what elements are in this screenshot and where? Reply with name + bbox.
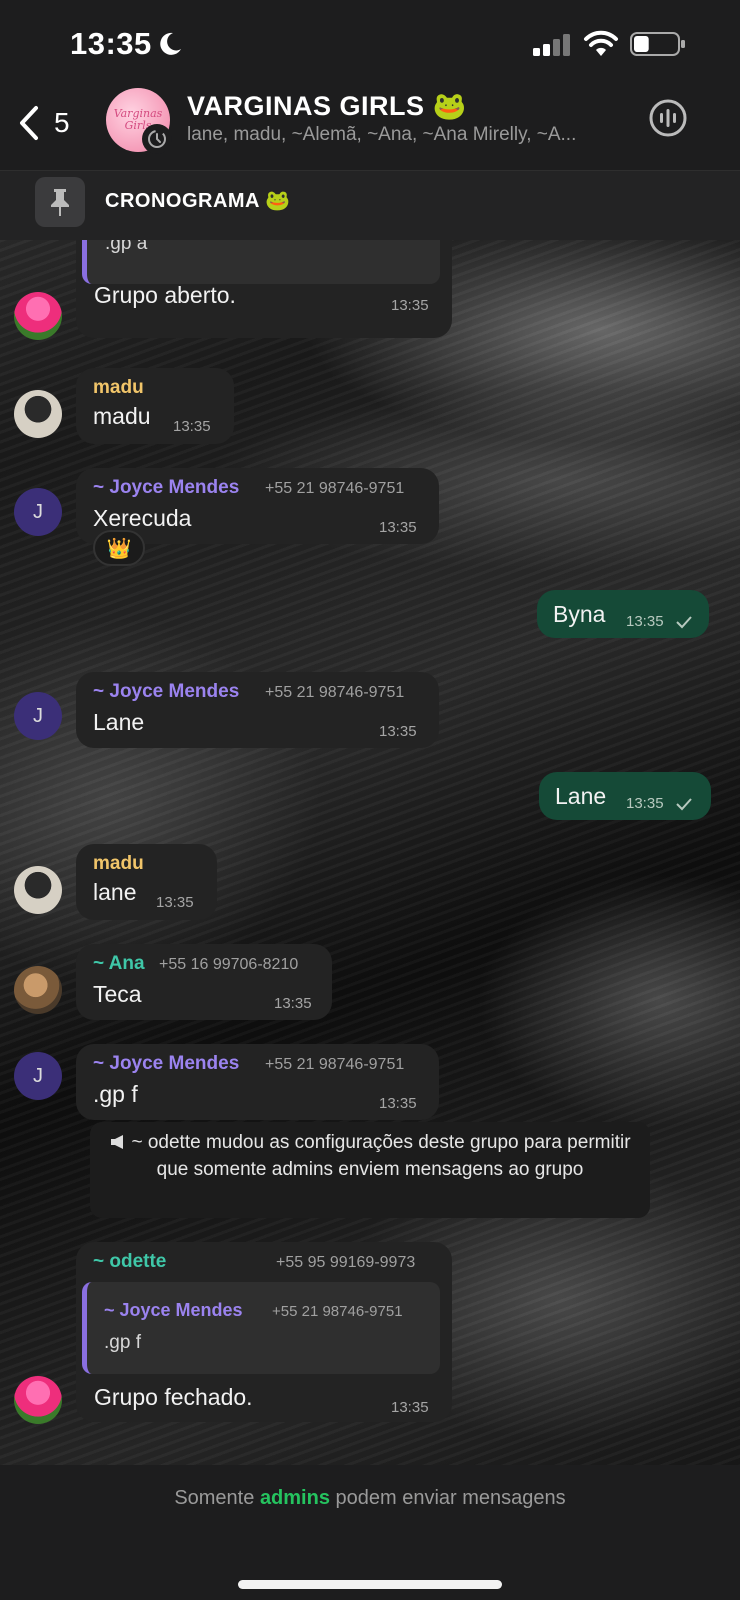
sender-name[interactable]: madu [93,377,144,399]
sent-check-icon [676,616,692,629]
chevron-left-icon [20,106,38,140]
signal-icon [533,34,570,56]
chat-header: 5 Varginas Girls VARGINAS GIRLS 🐸 lane, … [0,88,740,170]
message-text: Lane [555,783,607,809]
message-text: Lane [93,709,145,735]
message-bubble[interactable]: ~ Ana +55 16 99706-8210 Teca 13:35 [76,944,332,1020]
sender-phone: +55 21 98746-9751 [265,1056,405,1073]
top-bar: 13:35 5 Varginas Girls VARGINAS GIRLS 🐸 … [0,0,740,240]
quoted-message[interactable]: ~ Joyce Mendes +55 21 98746-9751 .gp f [82,1282,440,1374]
sender-phone: +55 21 98746-9751 [265,684,405,701]
message-text: Teca [93,981,142,1007]
sender-avatar[interactable] [14,292,62,340]
admins-link[interactable]: admins [260,1487,330,1509]
sender-avatar[interactable] [14,866,62,914]
voice-chat-icon[interactable] [646,96,690,140]
quoted-text: .gp a [105,240,148,254]
pin-icon [35,177,85,227]
message-time: 13:35 [156,894,194,911]
message-bubble[interactable]: ~ odette +55 95 99169-9973 ~ Joyce Mende… [76,1242,452,1422]
message-text: .gp f [93,1081,138,1107]
message-bubble[interactable]: ~ Joyce Mendes +55 21 98746-9751 Lane 13… [76,672,439,748]
moon-icon [160,32,181,55]
sent-check-icon [676,798,692,811]
megaphone-icon [111,1135,124,1149]
sender-avatar[interactable]: J [14,488,62,536]
message-reaction[interactable]: 👑 [93,530,145,566]
sender-phone: +55 21 98746-9751 [265,480,405,497]
back-button[interactable]: 5 [18,98,88,148]
sender-name[interactable]: ~ Ana [93,953,145,975]
message-text: madu [93,403,151,429]
admins-only-notice: Somente admins podem enviar mensagens [0,1487,740,1510]
system-message-text: ~ odette mudou as configurações deste gr… [131,1132,631,1180]
sender-name[interactable]: ~ Joyce Mendes [93,681,239,703]
message-bubble[interactable]: ~ Joyce Mendes +55 21 98746-9751 .gp f 1… [76,1044,439,1120]
message-time: 13:35 [626,613,664,630]
message-bubble[interactable]: madu madu 13:35 [76,368,234,444]
sender-name[interactable]: ~ odette [93,1251,166,1273]
bottom-bar: Somente admins podem enviar mensagens [0,1465,740,1600]
unread-count: 5 [54,107,70,138]
system-message: ~ odette mudou as configurações deste gr… [90,1122,650,1218]
notice-suffix: podem enviar mensagens [335,1487,566,1509]
sender-avatar[interactable] [14,390,62,438]
status-bar: 13:35 [0,0,740,88]
pinned-message-bar[interactable]: CRONOGRAMA 🐸 [0,170,740,240]
message-text: Xerecuda [93,505,192,531]
message-time: 13:35 [274,995,312,1012]
message-bubble[interactable]: .gp a Grupo aberto. 13:35 [76,240,452,338]
group-title[interactable]: VARGINAS GIRLS 🐸 [187,90,467,122]
home-indicator[interactable] [238,1580,502,1589]
wifi-icon [584,30,618,56]
sender-phone: +55 16 99706-8210 [159,956,299,973]
quoted-phone: +55 21 98746-9751 [272,1303,403,1320]
message-text: Byna [553,601,606,627]
sender-name[interactable]: ~ Joyce Mendes [93,477,239,499]
sender-avatar[interactable] [14,1376,62,1424]
sender-avatar[interactable]: J [14,1052,62,1100]
group-members[interactable]: lane, madu, ~Alemã, ~Ana, ~Ana Mirelly, … [187,124,632,146]
message-text: lane [93,879,137,905]
quoted-sender: ~ Joyce Mendes [104,1300,243,1320]
sender-name[interactable]: ~ Joyce Mendes [93,1053,239,1075]
status-time: 13:35 [70,26,152,61]
battery-icon [630,32,685,56]
message-time: 13:35 [391,1399,429,1416]
message-time: 13:35 [391,297,429,314]
sender-name[interactable]: madu [93,853,144,875]
quoted-message[interactable]: .gp a [82,240,440,284]
notice-prefix: Somente [174,1487,255,1509]
pinned-message-text: CRONOGRAMA 🐸 [105,190,291,212]
quoted-text: .gp f [104,1332,141,1353]
outgoing-message-bubble[interactable]: Byna 13:35 [537,590,709,638]
disappearing-timer-icon [142,124,172,154]
message-text: Grupo aberto. [94,282,236,308]
message-time: 13:35 [379,1095,417,1112]
sender-phone: +55 95 99169-9973 [276,1254,416,1271]
sender-avatar[interactable]: J [14,692,62,740]
message-list[interactable]: .gp a Grupo aberto. 13:35 madu madu 13:3… [0,240,740,1465]
message-text: Grupo fechado. [94,1384,253,1410]
message-time: 13:35 [379,723,417,740]
message-time: 13:35 [379,519,417,536]
message-time: 13:35 [626,795,664,812]
message-time: 13:35 [173,418,211,435]
message-bubble[interactable]: madu lane 13:35 [76,844,217,920]
sender-avatar[interactable] [14,966,62,1014]
outgoing-message-bubble[interactable]: Lane 13:35 [539,772,711,820]
